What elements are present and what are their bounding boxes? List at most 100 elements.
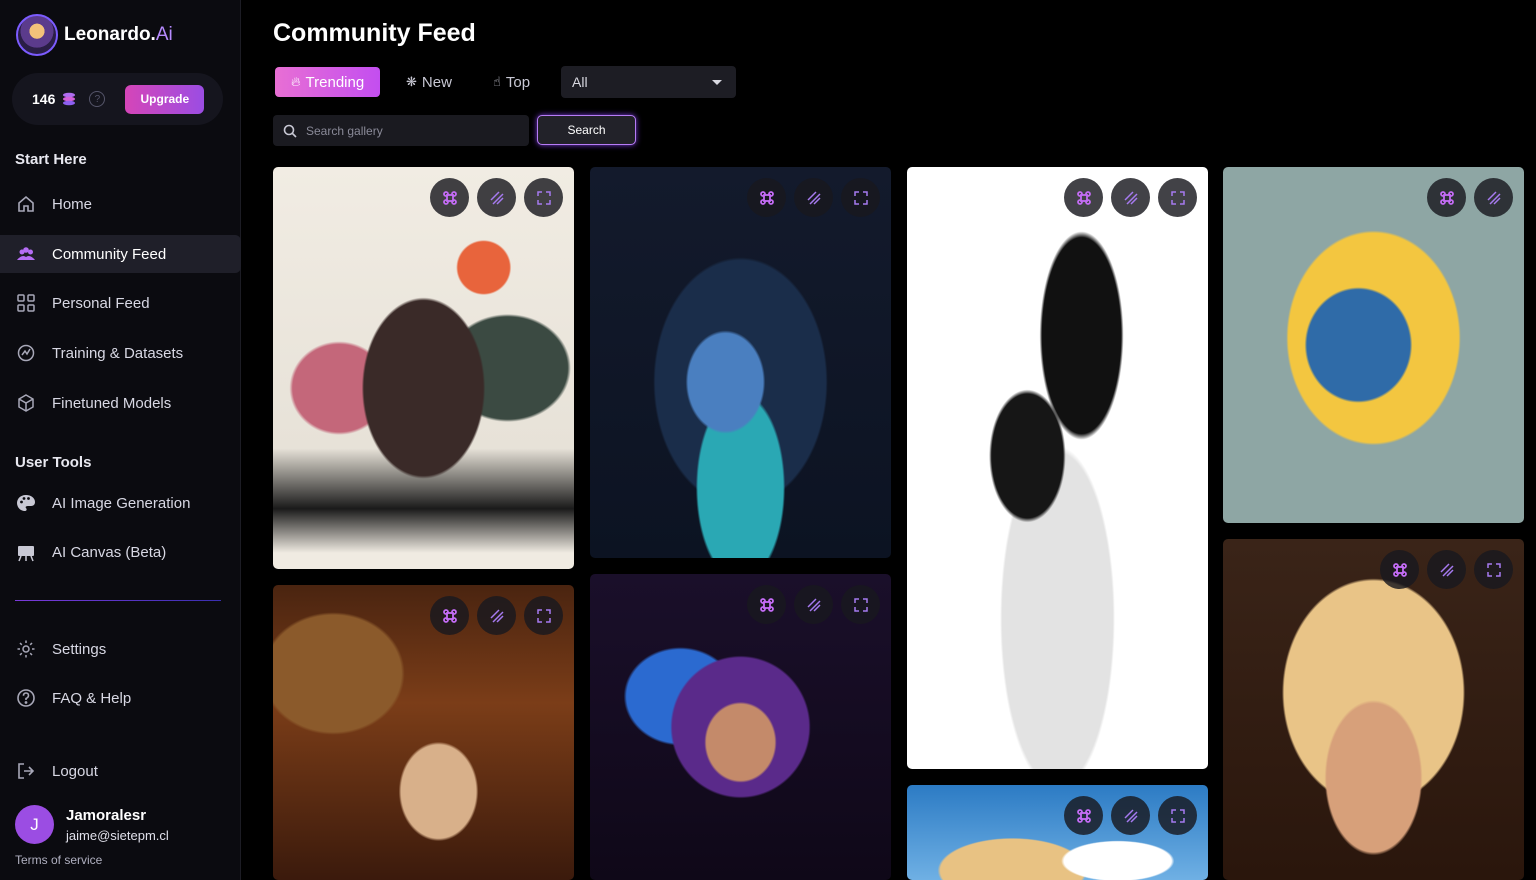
category-filter-select[interactable]: All	[561, 66, 736, 98]
remix-icon[interactable]	[1064, 178, 1103, 217]
canvas-icon	[15, 541, 37, 563]
sidebar-item-training-datasets[interactable]: Training & Datasets	[0, 334, 241, 372]
logout-icon	[15, 760, 37, 782]
credit-count: 146	[32, 91, 56, 107]
terms-of-service-link[interactable]: Terms of service	[15, 853, 102, 867]
user-info: Jamoralesr jaime@sietepm.cl	[66, 807, 169, 843]
gallery-item[interactable]	[907, 167, 1208, 769]
brand-logo[interactable]: Leonardo.Ai	[16, 14, 173, 56]
people-icon	[15, 243, 37, 265]
sidebar-item-settings[interactable]: Settings	[0, 630, 241, 668]
card-actions	[747, 585, 880, 624]
search-icon	[283, 124, 297, 138]
credits-box: 146 ? Upgrade	[12, 73, 223, 125]
tab-trending[interactable]: 🔥︎ Trending	[275, 67, 381, 97]
brand-name: Leonardo.Ai	[64, 24, 173, 45]
card-actions	[1427, 178, 1513, 217]
sidebar-item-community-feed[interactable]: Community Feed	[0, 235, 241, 273]
page-title: Community Feed	[273, 19, 476, 47]
expand-icon[interactable]	[1158, 796, 1197, 835]
home-icon	[15, 193, 37, 215]
sidebar-item-label: AI Image Generation	[52, 494, 191, 512]
expand-icon[interactable]	[841, 178, 880, 217]
start-here-title: Start Here	[15, 151, 87, 168]
search-button[interactable]: Search	[537, 115, 636, 145]
remix-icon[interactable]	[747, 585, 786, 624]
search-field	[273, 115, 529, 146]
remix-icon[interactable]	[1380, 550, 1419, 589]
expand-icon[interactable]	[1158, 178, 1197, 217]
image-to-image-icon[interactable]	[477, 178, 516, 217]
card-actions	[1064, 796, 1197, 835]
remix-icon[interactable]	[430, 178, 469, 217]
image-to-image-icon[interactable]	[794, 178, 833, 217]
training-icon	[15, 342, 37, 364]
gallery-item[interactable]	[590, 574, 891, 880]
sidebar-item-faq-help[interactable]: FAQ & Help	[0, 679, 241, 717]
user-tools-title: User Tools	[15, 454, 92, 471]
gallery-item[interactable]	[590, 167, 891, 558]
avatar: J	[15, 805, 54, 844]
image-to-image-icon[interactable]	[794, 585, 833, 624]
sidebar-item-personal-feed[interactable]: Personal Feed	[0, 284, 241, 322]
gallery-item[interactable]	[1223, 167, 1524, 523]
expand-icon[interactable]	[524, 178, 563, 217]
grid-icon	[15, 292, 37, 314]
user-profile[interactable]: J Jamoralesr jaime@sietepm.cl	[15, 805, 169, 844]
sparkle-icon: ❋	[406, 74, 417, 89]
sidebar-item-logout[interactable]: Logout	[0, 752, 241, 790]
gallery-item[interactable]	[907, 785, 1208, 880]
card-actions	[430, 596, 563, 635]
remix-icon[interactable]	[1064, 796, 1103, 835]
credits-help-icon[interactable]: ?	[89, 91, 106, 107]
tab-label: Top	[505, 73, 531, 91]
sidebar-divider	[15, 600, 221, 601]
image-to-image-icon[interactable]	[1111, 178, 1150, 217]
card-actions	[747, 178, 880, 217]
card-actions	[430, 178, 563, 217]
sidebar-item-label: FAQ & Help	[52, 689, 132, 707]
cube-icon	[15, 392, 37, 414]
tab-label: New	[421, 73, 452, 91]
sidebar-item-label: AI Canvas (Beta)	[52, 543, 167, 561]
chevron-down-icon	[712, 79, 722, 85]
logo-avatar-icon	[16, 14, 58, 56]
gallery-item[interactable]	[1223, 539, 1524, 880]
sidebar-item-ai-image-generation[interactable]: AI Image Generation	[0, 484, 241, 522]
gallery-item[interactable]	[273, 585, 574, 880]
upgrade-button[interactable]: Upgrade	[125, 84, 205, 114]
sidebar-item-label: Personal Feed	[52, 294, 150, 312]
sidebar-item-label: Home	[52, 195, 93, 213]
image-to-image-icon[interactable]	[1427, 550, 1466, 589]
sidebar: Leonardo.Ai 146 ? Upgrade Start Here Hom…	[0, 0, 241, 880]
top-icon: ☝︎	[493, 74, 501, 89]
sidebar-item-label: Training & Datasets	[52, 344, 184, 362]
gear-icon	[15, 638, 37, 660]
expand-icon[interactable]	[841, 585, 880, 624]
help-icon	[15, 687, 37, 709]
flame-icon: 🔥︎	[291, 74, 301, 89]
coins-icon	[63, 92, 76, 106]
expand-icon[interactable]	[524, 596, 563, 635]
sidebar-item-ai-canvas[interactable]: AI Canvas (Beta)	[0, 533, 241, 571]
image-to-image-icon[interactable]	[1111, 796, 1150, 835]
sidebar-item-home[interactable]: Home	[0, 185, 241, 223]
user-name: Jamoralesr	[66, 806, 147, 824]
user-email: jaime@sietepm.cl	[66, 827, 169, 843]
sidebar-item-finetuned-models[interactable]: Finetuned Models	[0, 384, 241, 422]
card-actions	[1380, 550, 1513, 589]
tab-label: Trending	[305, 73, 365, 91]
expand-icon[interactable]	[1474, 550, 1513, 589]
remix-icon[interactable]	[430, 596, 469, 635]
image-to-image-icon[interactable]	[477, 596, 516, 635]
image-to-image-icon[interactable]	[1474, 178, 1513, 217]
search-input[interactable]	[306, 123, 506, 138]
remix-icon[interactable]	[747, 178, 786, 217]
gallery-item[interactable]	[273, 167, 574, 569]
card-actions	[1064, 178, 1197, 217]
sidebar-item-label: Logout	[52, 762, 98, 780]
remix-icon[interactable]	[1427, 178, 1466, 217]
tab-new[interactable]: ❋ New	[398, 67, 460, 97]
tab-top[interactable]: ☝︎ Top	[485, 67, 538, 97]
filter-selected-value: All	[572, 74, 588, 90]
